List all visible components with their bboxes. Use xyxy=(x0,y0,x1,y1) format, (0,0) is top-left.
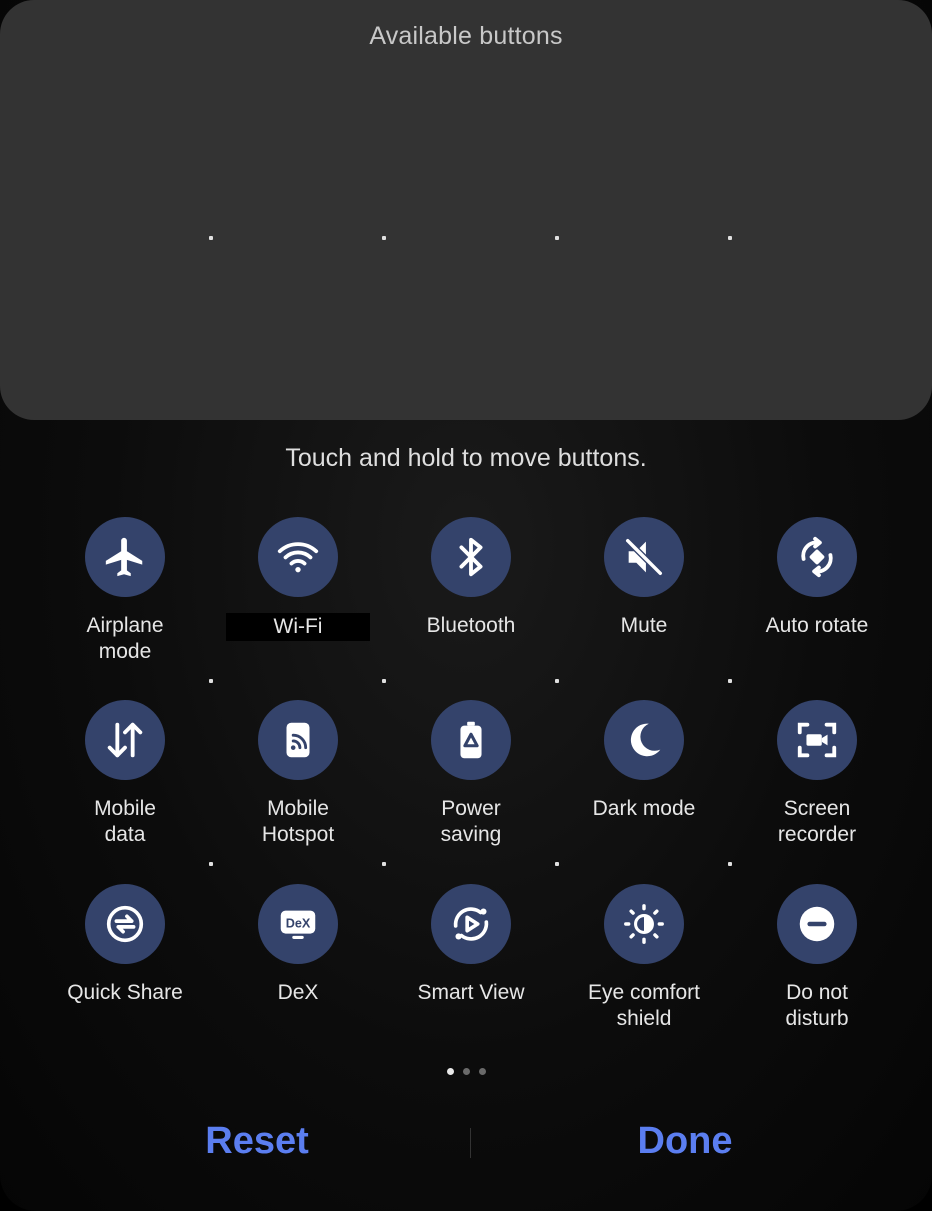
hotspot-icon xyxy=(258,700,338,780)
mobile-data-icon xyxy=(85,700,165,780)
smart-view-icon xyxy=(431,884,511,964)
move-buttons-hint: Touch and hold to move buttons. xyxy=(285,444,647,472)
tile-label: Do not disturb xyxy=(785,981,849,1030)
tile-mobile-hotspot[interactable]: Mobile Hotspot xyxy=(212,700,384,848)
drop-slot-marker xyxy=(209,236,213,240)
dex-icon: DeX xyxy=(258,884,338,964)
tile-label: Eye comfort shield xyxy=(587,981,701,1030)
tile-label: Smart View xyxy=(417,981,525,1004)
available-buttons-title: Available buttons xyxy=(369,22,563,50)
drop-slot-marker xyxy=(382,862,386,866)
tile-mobile-data[interactable]: Mobile data xyxy=(39,700,211,848)
dex-badge-text: DeX xyxy=(286,916,311,930)
tile-label: Wi-Fi xyxy=(226,613,370,641)
drop-slot-marker xyxy=(382,679,386,683)
tile-label: Mobile data xyxy=(94,797,156,846)
tile-label: DeX xyxy=(277,981,319,1004)
drop-slot-marker xyxy=(555,862,559,866)
reset-button[interactable]: Reset xyxy=(107,1120,407,1163)
done-button[interactable]: Done xyxy=(535,1120,835,1163)
tile-wifi[interactable]: Wi-Fi xyxy=(212,517,384,641)
tile-bluetooth[interactable]: Bluetooth xyxy=(385,517,557,639)
bluetooth-icon xyxy=(431,517,511,597)
tile-dark-mode[interactable]: Dark mode xyxy=(558,700,730,822)
drop-slot-marker xyxy=(728,862,732,866)
tile-label: Dark mode xyxy=(592,797,696,820)
page-dot xyxy=(478,1068,486,1075)
tile-label: Screen recorder xyxy=(777,797,857,846)
tile-label: Bluetooth xyxy=(426,614,516,637)
available-buttons-panel[interactable]: Available buttons xyxy=(0,0,932,420)
tile-airplane-mode[interactable]: Airplane mode xyxy=(39,517,211,665)
action-divider xyxy=(470,1128,471,1158)
tile-label: Power saving xyxy=(440,797,502,846)
page-dot xyxy=(462,1068,470,1075)
wifi-icon xyxy=(258,517,338,597)
do-not-disturb-icon xyxy=(777,884,857,964)
tile-auto-rotate[interactable]: Auto rotate xyxy=(731,517,903,639)
tile-label: Quick Share xyxy=(67,981,183,1004)
tile-label: Mute xyxy=(620,614,668,637)
tile-do-not-disturb[interactable]: Do not disturb xyxy=(731,884,903,1032)
page-dot xyxy=(446,1068,454,1075)
screen-recorder-icon xyxy=(777,700,857,780)
page-indicator xyxy=(0,1068,932,1075)
tile-label: Airplane mode xyxy=(86,614,164,663)
mute-icon xyxy=(604,517,684,597)
drop-slot-marker xyxy=(555,679,559,683)
quick-share-icon xyxy=(85,884,165,964)
airplane-icon xyxy=(85,517,165,597)
drop-slot-marker xyxy=(209,862,213,866)
tile-power-saving[interactable]: Power saving xyxy=(385,700,557,848)
tile-quick-share[interactable]: Quick Share xyxy=(39,884,211,1006)
auto-rotate-icon xyxy=(777,517,857,597)
dark-mode-icon xyxy=(604,700,684,780)
drop-slot-marker xyxy=(555,236,559,240)
tile-eye-comfort-shield[interactable]: Eye comfort shield xyxy=(558,884,730,1032)
edit-buttons-sheet: Available buttons Touch and hold to move… xyxy=(0,0,932,1211)
tile-dex[interactable]: DeX DeX xyxy=(212,884,384,1006)
tile-screen-recorder[interactable]: Screen recorder xyxy=(731,700,903,848)
power-saving-icon xyxy=(431,700,511,780)
tile-label: Mobile Hotspot xyxy=(261,797,335,846)
eye-comfort-icon xyxy=(604,884,684,964)
drop-slot-marker xyxy=(728,236,732,240)
tile-smart-view[interactable]: Smart View xyxy=(385,884,557,1006)
drop-slot-marker xyxy=(209,679,213,683)
tile-label: Auto rotate xyxy=(765,614,869,637)
tile-mute[interactable]: Mute xyxy=(558,517,730,639)
drop-slot-marker xyxy=(382,236,386,240)
drop-slot-marker xyxy=(728,679,732,683)
